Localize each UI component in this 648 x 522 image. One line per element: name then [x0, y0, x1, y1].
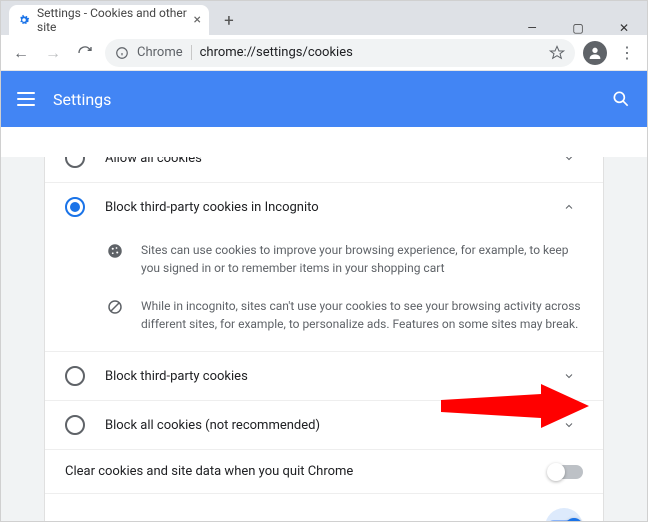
radio-label: Block third-party cookies	[105, 369, 543, 384]
address-bar[interactable]: Chrome chrome://settings/cookies	[105, 39, 575, 67]
radio-allow-all[interactable]: Allow all cookies	[45, 157, 603, 182]
row-label: Send a "Do Not Track" request with your …	[65, 520, 387, 522]
forward-button[interactable]: →	[41, 41, 65, 65]
radio-block-all[interactable]: Block all cookies (not recommended)	[45, 400, 603, 449]
settings-appbar: Settings	[1, 71, 647, 127]
window-minimize[interactable]: —	[509, 21, 555, 35]
radio-block-third-party[interactable]: Block third-party cookies	[45, 351, 603, 400]
browser-tab[interactable]: Settings - Cookies and other site ×	[9, 5, 209, 35]
desc-text: While in incognito, sites can't use your…	[141, 297, 583, 333]
search-icon[interactable]	[611, 89, 631, 109]
back-button[interactable]: ←	[9, 41, 33, 65]
radio-icon	[65, 415, 85, 435]
row-label: Clear cookies and site data when you qui…	[65, 464, 353, 479]
window-maximize[interactable]: ▢	[555, 21, 601, 35]
window-controls: — ▢ ✕	[509, 21, 647, 35]
toggle-off[interactable]	[549, 465, 583, 479]
incognito-desc-2: While in incognito, sites can't use your…	[45, 287, 603, 351]
row-do-not-track[interactable]: Send a "Do Not Track" request with your …	[45, 493, 603, 521]
radio-icon	[65, 197, 85, 217]
chevron-down-icon[interactable]	[563, 419, 583, 431]
block-icon	[105, 297, 125, 317]
settings-content[interactable]: Allow all cookies Block third-party cook…	[1, 157, 647, 521]
chevron-down-icon[interactable]	[563, 157, 583, 164]
chevron-down-icon[interactable]	[563, 370, 583, 382]
url-scheme-label: Chrome	[137, 45, 192, 60]
desc-text: Sites can use cookies to improve your br…	[141, 241, 583, 277]
incognito-desc-1: Sites can use cookies to improve your br…	[45, 231, 603, 287]
new-tab-button[interactable]: +	[215, 7, 243, 35]
radio-label: Block third-party cookies in Incognito	[105, 200, 543, 215]
menu-icon[interactable]: ⋮	[615, 41, 639, 65]
toggle-highlight	[545, 508, 583, 521]
url-text: chrome://settings/cookies	[200, 45, 353, 60]
toggle-on[interactable]	[547, 520, 581, 521]
cookies-card: Allow all cookies Block third-party cook…	[44, 157, 604, 521]
radio-label: Block all cookies (not recommended)	[105, 418, 543, 433]
radio-block-incognito[interactable]: Block third-party cookies in Incognito	[45, 182, 603, 231]
chevron-up-icon[interactable]	[563, 201, 583, 213]
reload-button[interactable]	[73, 41, 97, 65]
window-close[interactable]: ✕	[601, 21, 647, 35]
cookie-icon	[105, 241, 125, 261]
tab-strip: Settings - Cookies and other site × + — …	[1, 1, 647, 35]
page-title: Settings	[53, 90, 111, 109]
gear-icon	[17, 12, 31, 28]
site-info-icon[interactable]	[115, 46, 129, 60]
radio-icon	[65, 157, 85, 168]
tab-title: Settings - Cookies and other site	[37, 6, 188, 34]
radio-label: Allow all cookies	[105, 157, 543, 166]
hamburger-icon[interactable]	[17, 92, 35, 106]
bookmark-icon[interactable]	[549, 45, 565, 61]
row-clear-on-quit[interactable]: Clear cookies and site data when you qui…	[45, 449, 603, 493]
radio-icon	[65, 366, 85, 386]
browser-toolbar: ← → Chrome chrome://settings/cookies ⋮	[1, 35, 647, 71]
profile-avatar[interactable]	[583, 41, 607, 65]
close-icon[interactable]: ×	[194, 12, 201, 28]
